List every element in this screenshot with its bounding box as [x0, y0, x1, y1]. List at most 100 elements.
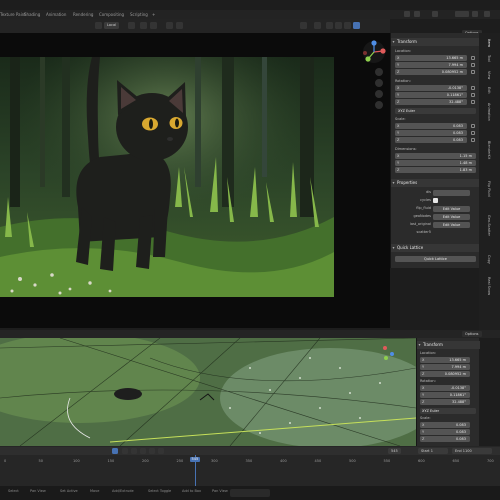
play-reverse-icon[interactable] — [140, 448, 146, 454]
tab-rendering[interactable]: Rendering — [73, 12, 93, 17]
shading-solid-icon[interactable] — [335, 22, 342, 29]
edit-value-button[interactable]: Edit Value — [433, 222, 470, 228]
edit-value-button[interactable]: Edit Value — [433, 214, 470, 220]
dimensions-x-field[interactable]: X 1.15 m — [395, 153, 476, 159]
scale-x-field[interactable]: X 0.083 — [395, 123, 467, 129]
pan-hand-icon[interactable] — [375, 79, 383, 87]
sidebar-tab-geo-scatter[interactable]: Geo-Scatter — [487, 215, 491, 236]
options-dropdown[interactable]: Options — [462, 331, 482, 337]
prev-keyframe-icon[interactable] — [131, 448, 137, 454]
location-z-field[interactable]: Z 0.080952 m — [420, 371, 470, 377]
lock-icon[interactable] — [471, 63, 475, 67]
view-layer-icon[interactable] — [432, 11, 438, 17]
quick-lattice-panel-header[interactable]: Quick Lattice — [391, 244, 480, 252]
scale-z-field[interactable]: Z 0.083 — [420, 436, 470, 442]
rotation-z-field[interactable]: Z 32.488° — [395, 99, 467, 105]
sidebar-tab-animation[interactable]: Animation — [487, 103, 491, 121]
sidebar-tab-flip-fluid[interactable]: Flip Fluid — [487, 181, 491, 197]
rotation-y-field[interactable]: Y 0.11861° — [395, 92, 467, 98]
tab-animation[interactable]: Animation — [46, 12, 66, 17]
quick-lattice-button[interactable]: Quick Lattice — [395, 256, 476, 262]
scene-icon[interactable] — [404, 11, 410, 17]
transform-panel-header[interactable]: Transform — [417, 341, 480, 349]
end-frame-field[interactable]: End 1100 — [452, 448, 492, 454]
location-y-field[interactable]: Y 7.994 m — [395, 62, 467, 68]
sidebar-tab-item[interactable]: Item — [487, 39, 491, 47]
scene-selector[interactable] — [414, 11, 420, 17]
sidebar-tab-view[interactable]: View — [487, 71, 491, 79]
property-dis-field[interactable] — [433, 190, 470, 196]
close-icon[interactable] — [472, 11, 478, 17]
zoom-icon[interactable] — [375, 68, 383, 76]
sidebar-tab-tool[interactable]: Tool — [487, 55, 491, 62]
add-workspace-button[interactable]: + — [152, 12, 155, 17]
rotation-mode-dropdown[interactable]: XYZ Euler — [420, 408, 476, 414]
edit-value-button[interactable]: Edit Value — [433, 206, 470, 212]
properties-panel-header[interactable]: Properties — [391, 179, 480, 187]
current-frame-field[interactable]: 545 — [388, 448, 401, 454]
filter-icon[interactable] — [484, 11, 490, 17]
lock-icon[interactable] — [471, 131, 475, 135]
location-x-field[interactable]: X 13.665 m — [420, 357, 470, 363]
lock-icon[interactable] — [471, 100, 475, 104]
shading-wireframe-icon[interactable] — [326, 22, 333, 29]
jump-start-icon[interactable] — [122, 448, 128, 454]
scale-y-field[interactable]: Y 0.083 — [395, 130, 467, 136]
proportional-edit-icon[interactable] — [166, 22, 173, 29]
overlays-icon[interactable] — [300, 22, 307, 29]
camera-view-icon[interactable] — [375, 90, 383, 98]
viewport-lower[interactable] — [0, 338, 416, 446]
rotation-z-field[interactable]: Z 32.488° — [420, 399, 470, 405]
playhead-frame-label: 545 — [190, 457, 200, 462]
lock-icon[interactable] — [471, 86, 475, 90]
lower-viewport-header: Options — [0, 330, 500, 338]
snap-icon[interactable] — [140, 22, 147, 29]
transform-panel-header[interactable]: Transform — [391, 38, 480, 46]
location-z-field[interactable]: Z 0.080952 m — [395, 69, 467, 75]
view-layer-selector[interactable] — [455, 11, 469, 17]
location-y-field[interactable]: Y 7.994 m — [420, 364, 470, 370]
jump-end-icon[interactable] — [158, 448, 164, 454]
next-keyframe-icon[interactable] — [149, 448, 155, 454]
tab-scripting[interactable]: Scripting — [130, 12, 148, 17]
shading-material-icon[interactable] — [344, 22, 351, 29]
rotation-x-field[interactable]: X -0.0138° — [395, 85, 467, 91]
lock-icon[interactable] — [471, 56, 475, 60]
lock-icon[interactable] — [471, 70, 475, 74]
rotation-x-field[interactable]: X -0.0138° — [420, 385, 470, 391]
dimensions-z-field[interactable]: Z 1.83 m — [395, 167, 476, 173]
location-x-field[interactable]: X 13.665 m — [395, 55, 467, 61]
scale-z-field[interactable]: Z 0.083 — [395, 137, 467, 143]
tab-shading[interactable]: Shading — [24, 12, 40, 17]
lock-icon[interactable] — [471, 138, 475, 142]
xray-icon[interactable] — [314, 22, 321, 29]
tab-compositing[interactable]: Compositing — [99, 12, 124, 17]
tab-texture-paint[interactable]: Texture Paint — [0, 12, 26, 17]
property-name: flip_fluid — [416, 206, 431, 210]
dimensions-y-field[interactable]: Y 1.48 m — [395, 160, 476, 166]
falloff-icon[interactable] — [176, 22, 183, 29]
rotation-y-field[interactable]: Y 0.11861° — [420, 392, 470, 398]
transform-orientation-dropdown[interactable]: Local — [104, 22, 120, 29]
scale-x-field[interactable]: X 0.083 — [420, 422, 470, 428]
property-cycles-checkbox[interactable] — [433, 198, 438, 203]
rotation-mode-dropdown[interactable]: XYZ Euler — [395, 108, 476, 114]
sidebar-tab-edit[interactable]: Edit — [487, 87, 491, 94]
pivot-icon[interactable] — [128, 22, 135, 29]
navigation-gizmo[interactable] — [362, 40, 386, 64]
lock-icon[interactable] — [471, 124, 475, 128]
shading-rendered-icon[interactable] — [353, 22, 360, 29]
perspective-toggle-icon[interactable] — [375, 101, 383, 109]
sidebar-tab-blenderkit[interactable]: BlenderKit — [487, 141, 491, 159]
sidebar-tab-real-snow[interactable]: Real Snow — [487, 277, 491, 295]
location-label: Location: — [420, 351, 436, 355]
timeline-tick-label: 600 — [418, 459, 425, 463]
start-frame-field[interactable]: Start 1 — [418, 448, 448, 454]
sidebar-tab-copy[interactable]: Copy — [487, 255, 491, 264]
scale-y-field[interactable]: Y 0.083 — [420, 429, 470, 435]
timeline-tick-label: 50 — [38, 459, 43, 463]
play-icon[interactable] — [112, 448, 118, 454]
transform-orientation-icon[interactable] — [95, 22, 102, 29]
lock-icon[interactable] — [471, 93, 475, 97]
snap-target-icon[interactable] — [150, 22, 157, 29]
